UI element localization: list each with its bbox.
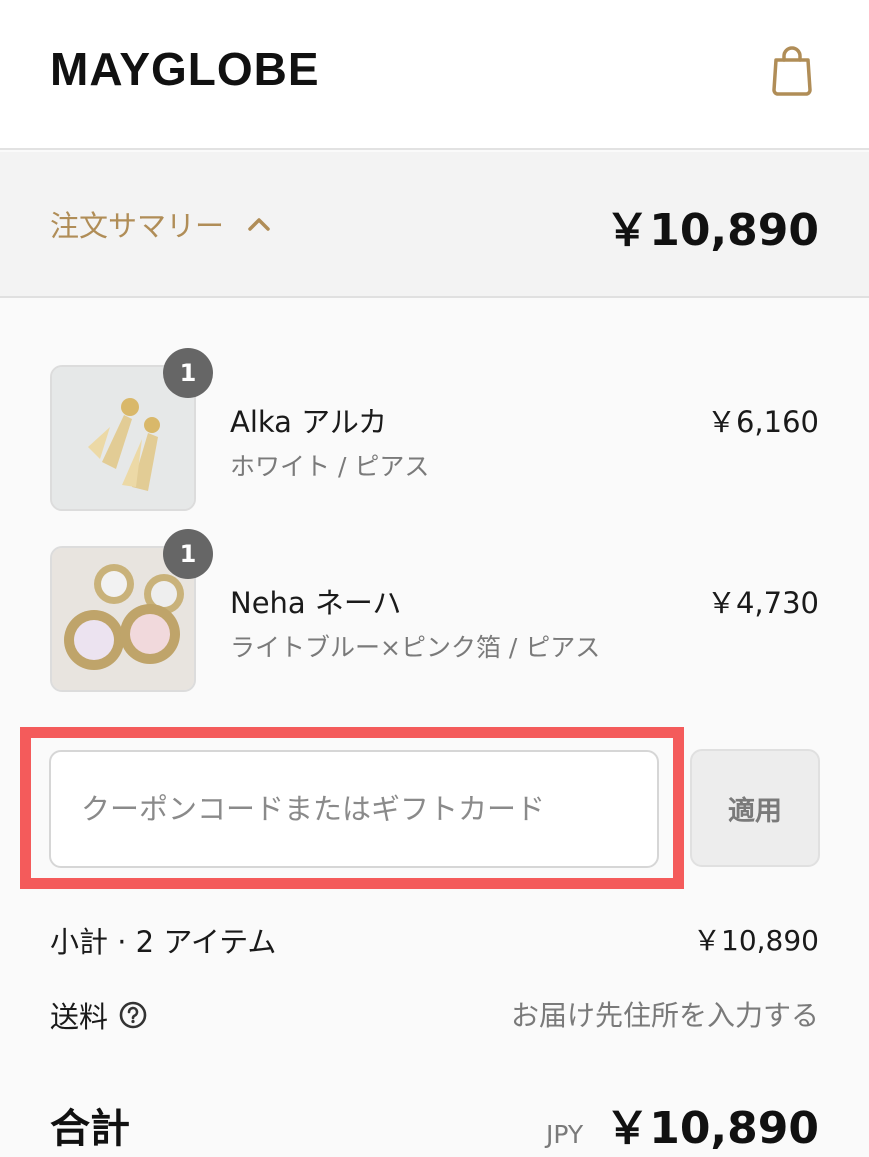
currency-code: JPY: [546, 1120, 584, 1149]
total-value: ￥10,890: [605, 1103, 819, 1154]
quantity-badge: 1: [163, 529, 213, 579]
coupon-highlight-box: [20, 727, 684, 889]
subtotal-value: ￥10,890: [693, 924, 819, 957]
question-circle-icon[interactable]: [118, 1000, 148, 1030]
shipping-label-group: 送料: [50, 994, 148, 1036]
product-name: Alka アルカ: [230, 405, 388, 439]
header: MAYGLOBE: [0, 0, 869, 150]
order-summary-label: 注文サマリー: [50, 209, 225, 243]
product-price: ￥4,730: [706, 586, 819, 620]
product-variant: ホワイト / ピアス: [230, 452, 430, 481]
quantity-badge: 1: [163, 348, 213, 398]
list-item: 1 Neha ネーハ ライトブルー×ピンク箔 / ピアス ￥4,730: [0, 529, 869, 696]
shipping-value: お届け先住所を入力する: [510, 999, 819, 1032]
order-summary-total: ￥10,890: [605, 205, 819, 256]
product-name: Neha ネーハ: [230, 586, 402, 620]
apply-coupon-button[interactable]: 適用: [690, 749, 820, 867]
chevron-up-icon: [248, 218, 270, 231]
coupon-code-input[interactable]: [49, 750, 659, 868]
brand-logo[interactable]: MAYGLOBE: [50, 42, 320, 96]
order-summary-toggle[interactable]: 注文サマリー: [50, 202, 272, 246]
list-item: 1 Alka アルカ ホワイト / ピアス ￥6,160: [0, 348, 869, 515]
product-variant: ライトブルー×ピンク箔 / ピアス: [230, 633, 601, 662]
subtotal-label: 小計 · 2 アイテム: [50, 925, 277, 959]
cart-button[interactable]: [762, 40, 822, 100]
shipping-label: 送料: [50, 1000, 109, 1034]
product-price: ￥6,160: [706, 405, 819, 439]
total-amount-group: JPY ￥10,890: [546, 1092, 819, 1156]
order-summary-bar: 注文サマリー ￥10,890: [0, 152, 869, 298]
total-row: 合計 JPY ￥10,890: [50, 1092, 819, 1154]
subtotal-row: 小計 · 2 アイテム ￥10,890: [50, 919, 819, 963]
total-label: 合計: [50, 1106, 130, 1152]
shipping-row: 送料 お届け先住所を入力する: [50, 994, 819, 1038]
shopping-bag-icon: [772, 46, 812, 96]
